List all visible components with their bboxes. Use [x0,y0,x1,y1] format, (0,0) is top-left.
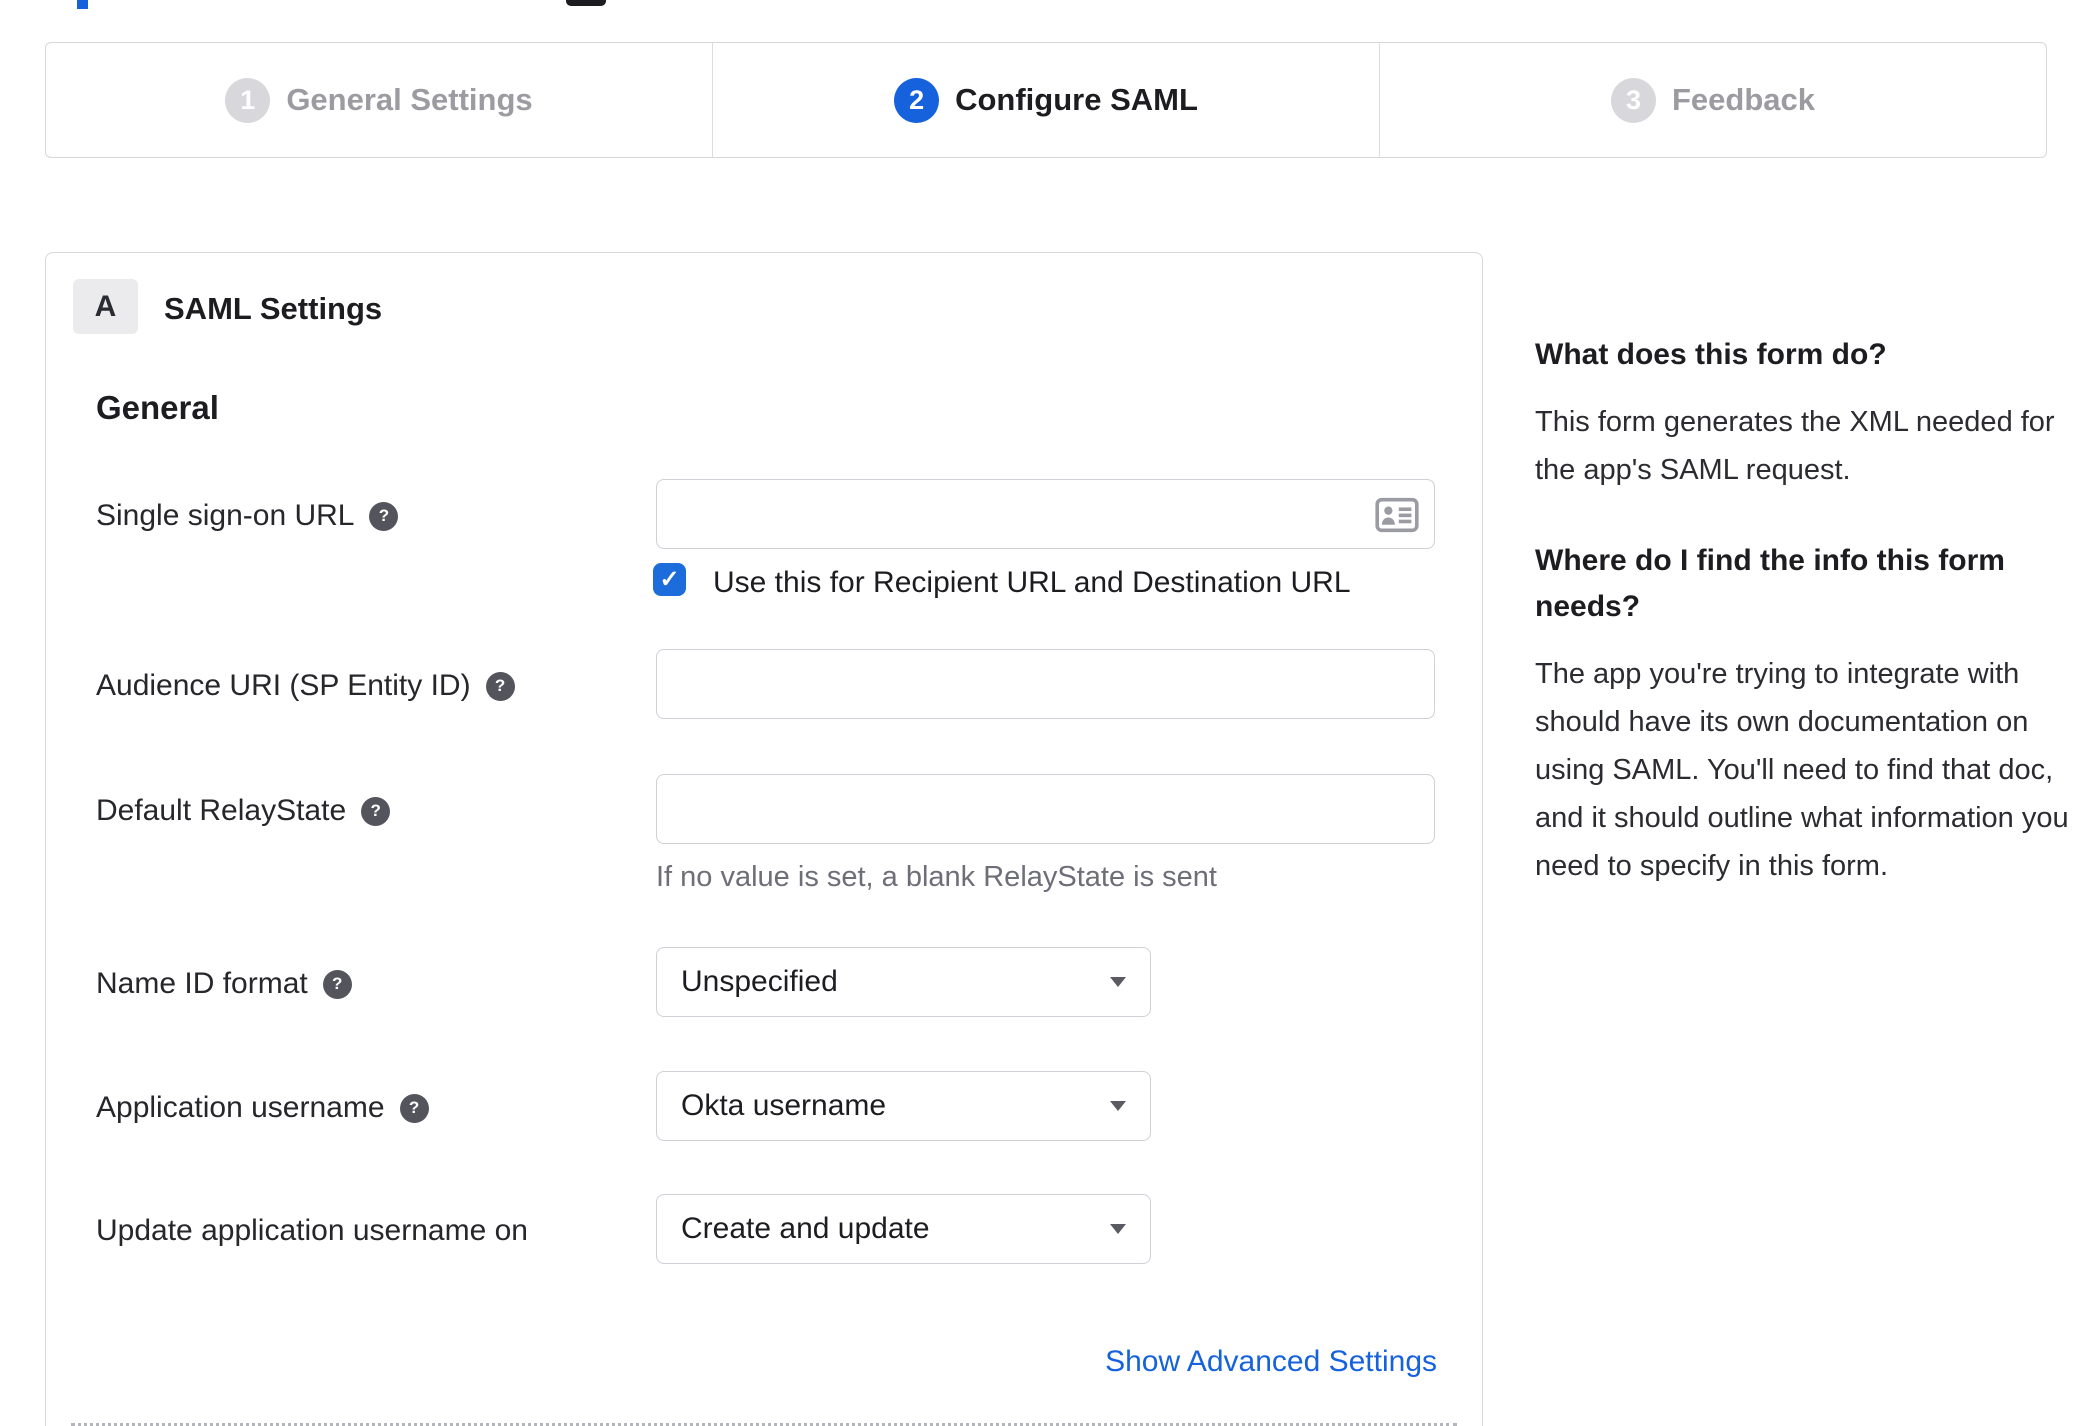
step-label: Configure SAML [955,82,1198,117]
sso-url-input[interactable] [656,479,1435,549]
chevron-down-icon [1110,1101,1126,1111]
audience-uri-input[interactable] [656,649,1435,719]
recipient-url-checkbox-label: Use this for Recipient URL and Destinati… [713,566,1351,599]
default-relaystate-label: Default RelayState ? [96,794,391,828]
step-general-settings[interactable]: 1 General Settings [46,43,712,157]
saml-settings-panel: A SAML Settings General Single sign-on U… [45,252,1483,1426]
chevron-down-icon [1110,1224,1126,1234]
step-number-badge: 1 [225,77,271,123]
sso-url-label: Single sign-on URL ? [96,499,399,533]
audience-uri-label: Audience URI (SP Entity ID) ? [96,669,515,703]
general-section-heading: General [96,389,219,426]
help-sidebar: What does this form do? This form genera… [1535,332,2083,890]
sidebar-heading-where: Where do I find the info this form needs… [1535,544,2005,623]
contact-card-icon [1375,497,1419,538]
sso-url-input-wrap [656,479,1435,549]
chevron-down-icon [1110,977,1126,987]
help-icon[interactable]: ? [369,501,399,531]
step-label: Feedback [1671,82,1815,117]
relaystate-hint: If no value is set, a blank RelayState i… [656,861,1217,893]
step-label: General Settings [286,82,533,117]
step-number-badge: 3 [1610,77,1656,123]
section-a-badge: A [73,279,138,334]
help-icon[interactable]: ? [399,1093,429,1123]
help-icon[interactable]: ? [485,671,515,701]
sidebar-body-what: This form generates the XML needed for t… [1535,406,2055,486]
default-relaystate-input[interactable] [656,774,1435,844]
sidebar-body-where: The app you're trying to integrate with … [1535,658,2069,882]
panel-title: SAML Settings [164,291,383,326]
application-username-select[interactable]: Okta username [656,1071,1151,1141]
name-id-format-label: Name ID format ? [96,967,352,1001]
clipped-blue-header-fragment [77,0,88,9]
update-application-username-select[interactable]: Create and update [656,1194,1151,1264]
update-application-username-label: Update application username on [96,1214,528,1247]
clipped-dark-header-fragment [566,0,606,6]
sidebar-heading-what: What does this form do? [1535,338,1887,371]
wizard-stepper: 1 General Settings 2 Configure SAML 3 Fe… [45,42,2047,158]
recipient-url-checkbox[interactable]: ✓ [653,563,686,596]
help-icon[interactable]: ? [322,969,352,999]
help-icon[interactable]: ? [361,796,391,826]
step-number-badge: 2 [894,77,940,123]
application-username-label: Application username ? [96,1091,429,1125]
show-advanced-settings-link[interactable]: Show Advanced Settings [1105,1345,1437,1379]
step-feedback[interactable]: 3 Feedback [1379,43,2046,157]
name-id-format-select[interactable]: Unspecified [656,947,1151,1017]
step-configure-saml[interactable]: 2 Configure SAML [712,43,1379,157]
